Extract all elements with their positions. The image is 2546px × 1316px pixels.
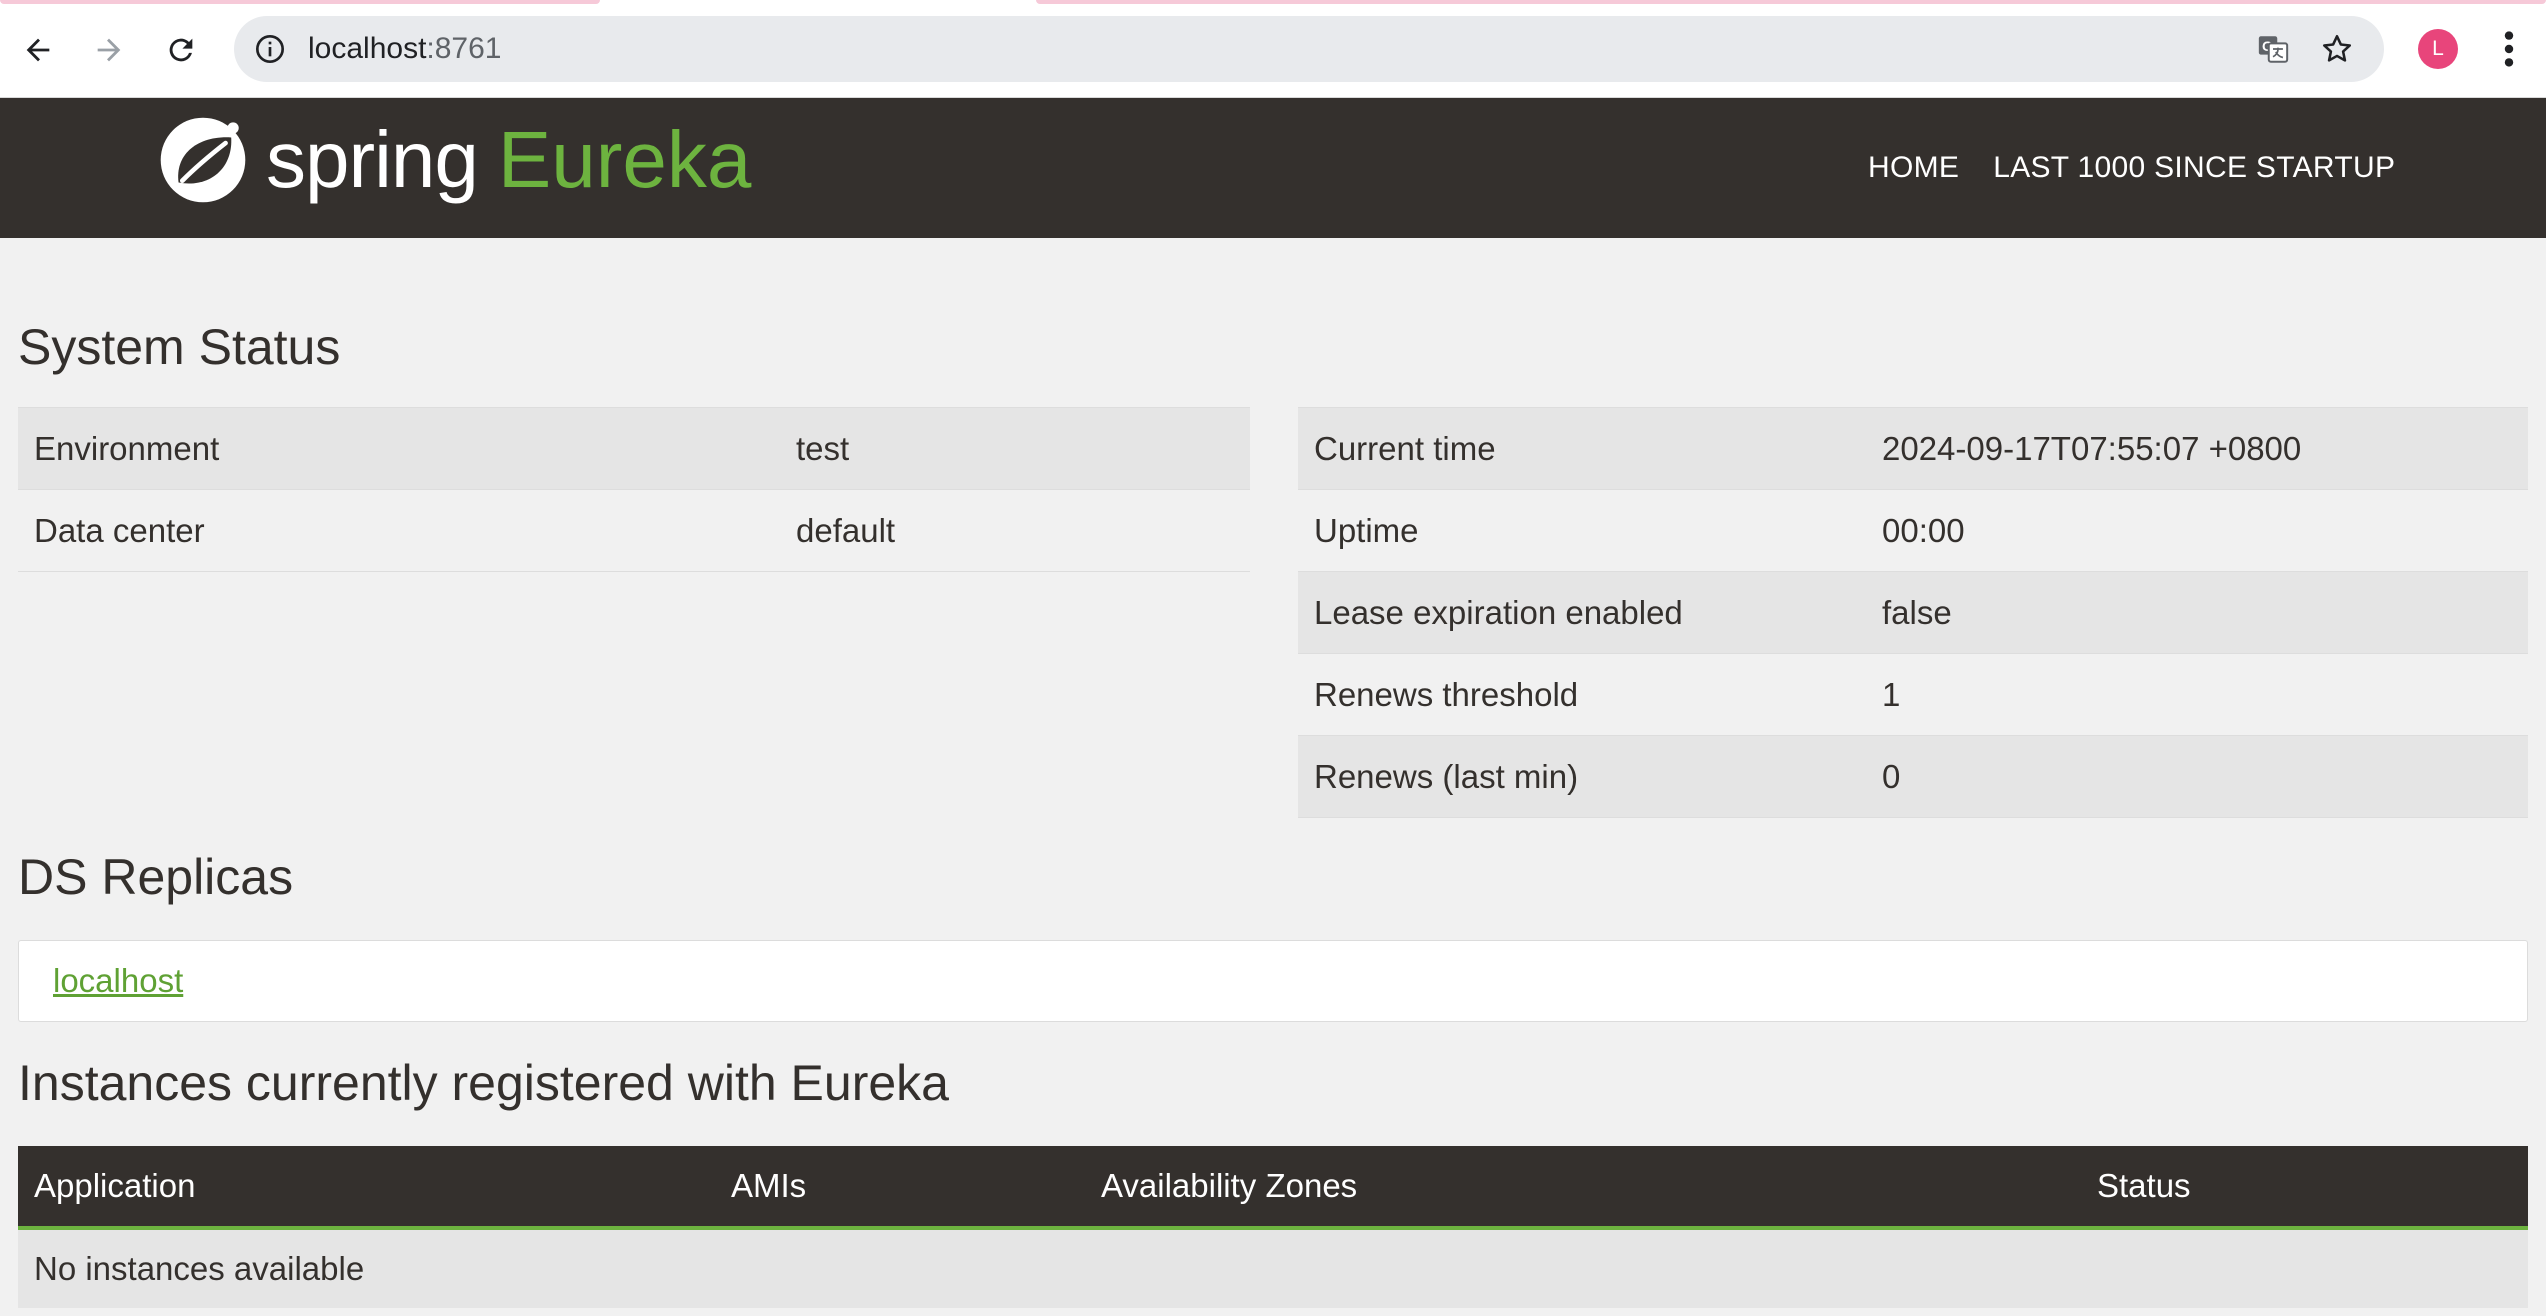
address-bar[interactable]: localhost:8761 G xyxy=(234,16,2384,82)
system-status-heading: System Status xyxy=(18,319,341,375)
ds-replicas-heading: DS Replicas xyxy=(18,849,294,905)
instances-heading: Instances currently registered with Eure… xyxy=(18,1055,949,1111)
url-port: :8761 xyxy=(426,32,502,65)
reload-icon xyxy=(169,38,193,62)
url-text[interactable]: localhost:8761 xyxy=(308,16,501,82)
site-info-icon[interactable] xyxy=(254,33,286,65)
system-status-right-table: Current time 2024-09-17T07:55:07 +0800 U… xyxy=(1298,407,2528,818)
status-value: default xyxy=(780,489,1250,572)
status-label: Data center xyxy=(18,489,780,572)
table-row: Renews (last min) 0 xyxy=(1298,735,2528,818)
status-label: Renews (last min) xyxy=(1298,735,1866,818)
ds-replicas-panel: localhost xyxy=(18,940,2528,1022)
status-label: Lease expiration enabled xyxy=(1298,571,1866,654)
replica-link[interactable]: localhost xyxy=(53,941,183,1021)
table-row: Renews threshold 1 xyxy=(1298,653,2528,736)
brand-logo[interactable]: spring Eureka xyxy=(156,114,751,206)
table-header-row: Application AMIs Availability Zones Stat… xyxy=(18,1146,2528,1230)
table-row: No instances available xyxy=(18,1228,2528,1308)
table-row: Lease expiration enabled false xyxy=(1298,571,2528,654)
column-header-availability-zones: Availability Zones xyxy=(1085,1146,2081,1230)
translate-icon[interactable]: G xyxy=(2256,32,2290,66)
empty-instances-message: No instances available xyxy=(18,1228,2528,1308)
navbar-links: HOME LAST 1000 SINCE STARTUP xyxy=(1868,98,2429,238)
column-header-status: Status xyxy=(2081,1146,2528,1230)
status-label: Uptime xyxy=(1298,489,1866,572)
bookmark-star-icon[interactable] xyxy=(2320,32,2354,66)
arrow-right-icon xyxy=(97,38,121,62)
url-host: localhost xyxy=(308,32,427,65)
column-header-amis: AMIs xyxy=(715,1146,1085,1230)
forward-button[interactable] xyxy=(79,20,139,80)
instances-table: Application AMIs Availability Zones Stat… xyxy=(18,1146,2528,1308)
table-row: Environment test xyxy=(18,407,1250,490)
profile-avatar[interactable]: L xyxy=(2418,29,2458,69)
status-value: test xyxy=(780,407,1250,490)
status-value: false xyxy=(1866,571,2528,654)
reload-button[interactable] xyxy=(151,20,211,80)
status-label: Current time xyxy=(1298,407,1866,490)
status-value: 00:00 xyxy=(1866,489,2528,572)
table-row: Uptime 00:00 xyxy=(1298,489,2528,572)
status-value: 0 xyxy=(1866,735,2528,818)
status-value: 2024-09-17T07:55:07 +0800 xyxy=(1866,407,2528,490)
back-button[interactable] xyxy=(8,20,68,80)
spring-leaf-icon xyxy=(160,117,246,203)
browser-toolbar: localhost:8761 G L xyxy=(0,0,2546,98)
tab-strip-hint xyxy=(0,0,600,4)
status-label: Renews threshold xyxy=(1298,653,1866,736)
brand-eureka-text: Eureka xyxy=(497,115,752,204)
arrow-left-icon xyxy=(26,38,50,62)
system-status-left-table: Environment test Data center default xyxy=(18,407,1250,572)
nav-home-link[interactable]: HOME xyxy=(1868,151,1959,185)
brand-spring-text: spring xyxy=(266,115,479,204)
more-menu-icon[interactable] xyxy=(2493,26,2525,72)
status-value: 1 xyxy=(1866,653,2528,736)
status-label: Environment xyxy=(18,407,780,490)
column-header-application: Application xyxy=(18,1146,715,1230)
nav-last-1000-link[interactable]: LAST 1000 SINCE STARTUP xyxy=(1993,151,2395,185)
table-row: Data center default xyxy=(18,489,1250,572)
tab-strip-hint xyxy=(1036,0,2546,4)
table-row: Current time 2024-09-17T07:55:07 +0800 xyxy=(1298,407,2528,490)
